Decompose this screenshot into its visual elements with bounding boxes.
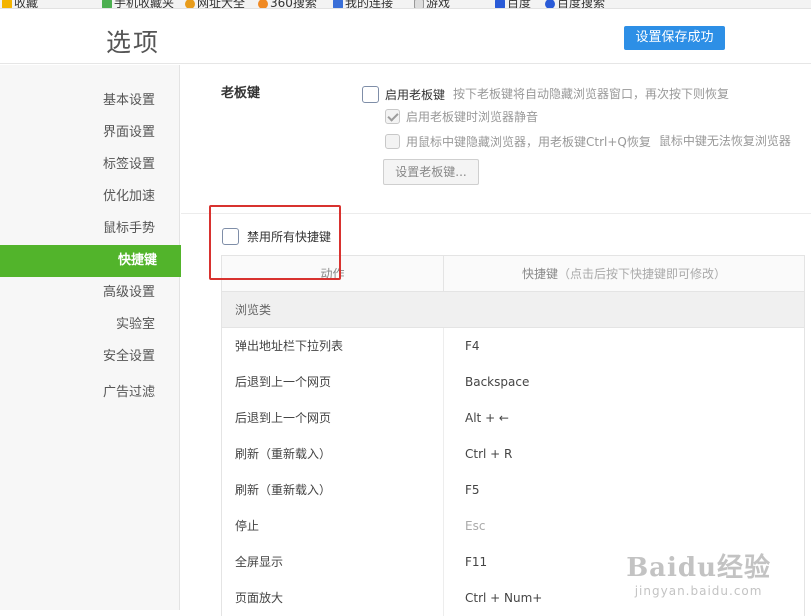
enable-boss-key-hint: 按下老板键将自动隐藏浏览器窗口，再次按下则恢复 <box>453 87 729 101</box>
link-icon <box>333 0 343 9</box>
table-row: 后退到上一个网页 Backspace <box>222 364 804 400</box>
watermark-logo: Baidu经验 <box>626 547 771 584</box>
star-icon <box>2 0 12 9</box>
bookmarks-bar: 收藏 手机收藏夹 网址大全 360搜索 我的连接 游戏 百度 百度搜索 <box>0 0 811 9</box>
bookmark-item[interactable]: 游戏 <box>414 0 450 9</box>
sidebar-item-tabs[interactable]: 标签设置 <box>15 149 155 181</box>
page-title: 选项 <box>106 23 160 59</box>
settings-sidebar: 基本设置 界面设置 标签设置 优化加速 鼠标手势 快捷键 高级设置 实验室 安全… <box>0 65 180 610</box>
shortcut-action: 刷新（重新载入） <box>222 472 444 508</box>
table-row: 刷新（重新载入） F5 <box>222 472 804 508</box>
shortcut-settings-panel: 老板键 启用老板键按下老板键将自动隐藏浏览器窗口，再次按下则恢复 启用老板键时浏… <box>181 65 811 610</box>
sidebar-item-lab[interactable]: 实验室 <box>15 309 155 341</box>
watermark-url: jingyan.baidu.com <box>626 584 771 598</box>
bookmark-item[interactable]: 收藏 <box>2 0 38 9</box>
shortcut-key[interactable]: F4 <box>444 328 804 364</box>
shortcut-action: 刷新（重新载入） <box>222 436 444 472</box>
bookmark-item[interactable]: 手机收藏夹 <box>102 0 174 9</box>
sidebar-item-optimize[interactable]: 优化加速 <box>15 181 155 213</box>
sidebar-item-security[interactable]: 安全设置 <box>15 341 155 373</box>
enable-boss-key-option[interactable]: 启用老板键按下老板键将自动隐藏浏览器窗口，再次按下则恢复 <box>362 85 729 103</box>
shortcut-key[interactable]: Esc <box>444 508 804 544</box>
shortcut-action: 后退到上一个网页 <box>222 364 444 400</box>
sidebar-item-advanced[interactable]: 高级设置 <box>15 277 155 309</box>
sidebar-item-mouse-gestures[interactable]: 鼠标手势 <box>15 213 155 245</box>
set-boss-key-button[interactable]: 设置老板键... <box>383 159 479 185</box>
table-row: 刷新（重新载入） Ctrl + R <box>222 436 804 472</box>
disable-all-shortcuts-checkbox[interactable] <box>222 228 239 245</box>
bookmark-item[interactable]: 360搜索 <box>258 0 317 9</box>
boss-key-section-title: 老板键 <box>221 82 260 101</box>
column-header-key-hint: （点击后按下快捷键即可修改） <box>558 267 726 281</box>
sidebar-item-basic[interactable]: 基本设置 <box>15 85 155 117</box>
sidebar-item-shortcuts[interactable]: 快捷键 <box>0 245 181 277</box>
middle-click-hide-option[interactable]: 用鼠标中键隐藏浏览器，用老板键Ctrl+Q恢复鼠标中键无法恢复浏览器 <box>385 132 791 150</box>
shortcut-action: 停止 <box>222 508 444 544</box>
save-status-badge: 设置保存成功 <box>624 26 725 50</box>
bookmark-item[interactable]: 我的连接 <box>333 0 393 9</box>
mute-on-boss-key-checkbox[interactable] <box>385 109 400 124</box>
baidu-watermark: Baidu经验 jingyan.baidu.com <box>626 547 771 598</box>
search-icon <box>545 0 555 9</box>
shortcut-key[interactable]: Alt + ← <box>444 400 804 436</box>
disable-all-shortcuts-option[interactable]: 禁用所有快捷键 <box>222 228 331 245</box>
bookmark-item[interactable]: 网址大全 <box>185 0 245 9</box>
section-divider <box>181 213 811 214</box>
table-header: 动作 快捷键（点击后按下快捷键即可修改） <box>222 256 804 292</box>
sidebar-item-ad-filter[interactable]: 广告过滤 <box>15 377 155 409</box>
sidebar-item-interface[interactable]: 界面设置 <box>15 117 155 149</box>
globe-icon <box>185 0 195 9</box>
bookmark-item[interactable]: 百度 <box>495 0 531 9</box>
shortcut-key[interactable]: F5 <box>444 472 804 508</box>
shortcut-action: 页面放大 <box>222 580 444 616</box>
shortcut-action: 弹出地址栏下拉列表 <box>222 328 444 364</box>
shortcut-key[interactable]: Ctrl + R <box>444 436 804 472</box>
table-row: 弹出地址栏下拉列表 F4 <box>222 328 804 364</box>
phone-icon <box>102 0 112 9</box>
column-header-key: 快捷键（点击后按下快捷键即可修改） <box>444 256 804 291</box>
options-header: 选项 设置保存成功 <box>0 9 811 64</box>
middle-click-hide-checkbox[interactable] <box>385 134 400 149</box>
paw-icon <box>495 0 505 9</box>
middle-click-hint: 鼠标中键无法恢复浏览器 <box>659 134 791 148</box>
file-icon <box>414 0 424 9</box>
mute-on-boss-key-option[interactable]: 启用老板键时浏览器静音 <box>385 108 538 125</box>
bookmark-item[interactable]: 百度搜索 <box>545 0 605 9</box>
table-row: 停止 Esc <box>222 508 804 544</box>
table-row: 后退到上一个网页 Alt + ← <box>222 400 804 436</box>
search-icon <box>258 0 268 9</box>
enable-boss-key-checkbox[interactable] <box>362 86 379 103</box>
shortcut-key[interactable]: Backspace <box>444 364 804 400</box>
column-header-action: 动作 <box>222 256 444 291</box>
shortcut-action: 全屏显示 <box>222 544 444 580</box>
table-group-browse: 浏览类 <box>222 292 804 328</box>
shortcut-action: 后退到上一个网页 <box>222 400 444 436</box>
